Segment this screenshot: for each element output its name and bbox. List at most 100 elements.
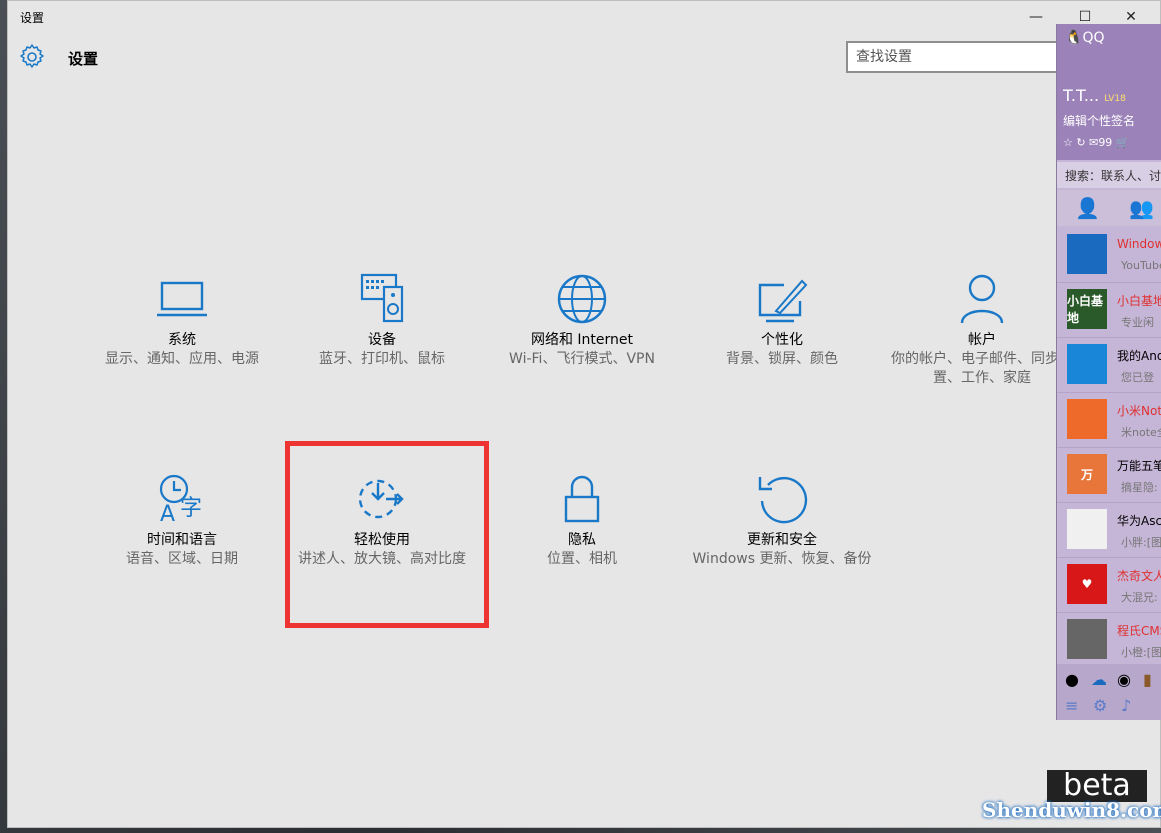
qq-contact-subtitle: 大混兄: xyxy=(1121,591,1158,604)
qq-contact-title: 我的Andr xyxy=(1117,349,1161,363)
contact-icon[interactable]: 👤 xyxy=(1075,196,1100,220)
tile-network[interactable]: 网络和 Internet Wi-Fi、飞行模式、VPN xyxy=(482,273,682,369)
mail-icon[interactable]: ✉ xyxy=(1089,136,1098,149)
qq-toolbar: ☆ ↻ ✉99 🛒 xyxy=(1063,136,1130,149)
tile-devices-desc: 蓝牙、打印机、鼠标 xyxy=(319,351,445,367)
title-bar: 设置 — ☐ ✕ xyxy=(8,1,1160,33)
qq-avatar: 小白基地 xyxy=(1067,289,1107,329)
qq-level-badge: LV18 xyxy=(1104,94,1126,104)
qq-contact-title: 杰奇文人 xyxy=(1117,569,1161,583)
qq-avatar xyxy=(1067,619,1107,659)
cart-icon[interactable]: 🛒 xyxy=(1116,136,1130,149)
watermark-text: Shenduwin8.com xyxy=(982,798,1161,822)
qq-contact-subtitle: 米note全 xyxy=(1121,426,1161,439)
menu-icon[interactable]: ≡ xyxy=(1065,696,1078,715)
qq-contact-item[interactable]: 我的Andr 您已登 xyxy=(1057,338,1161,393)
qq-user-name[interactable]: T.T... LV18 xyxy=(1063,86,1126,105)
page-title: 设置 xyxy=(68,50,99,68)
tile-system[interactable]: 系统 显示、通知、应用、电源 xyxy=(82,273,282,369)
mail-count: 99 xyxy=(1098,136,1113,149)
tile-update-security[interactable]: 更新和安全 Windows 更新、恢复、备份 xyxy=(682,473,882,569)
qq-contact-subtitle: 摘星隐: xyxy=(1121,481,1158,494)
camera-icon[interactable]: ◉ xyxy=(1117,670,1131,689)
time-language-icon: A 字 xyxy=(159,474,202,525)
tile-system-title: 系统 xyxy=(168,332,196,348)
lock-icon xyxy=(564,475,600,523)
qq-avatar: 万 xyxy=(1067,454,1107,494)
tile-accounts-desc: 你的帐户、电子邮件、同步设置、工作、家庭 xyxy=(891,351,1073,386)
update-icon xyxy=(758,476,808,524)
qq-app-name: QQ xyxy=(1082,30,1105,46)
qq-logo: 🐧QQ xyxy=(1065,30,1104,46)
qq-avatar xyxy=(1067,234,1107,274)
qq-contact-list: Window YouTube 小白基地小白基地专业闲我的Andr 您已登小米Note 米… xyxy=(1057,228,1161,668)
person-icon xyxy=(960,274,1004,324)
qq-contact-item[interactable]: 华为Asc 小胖:[图 xyxy=(1057,503,1161,558)
devices-icon xyxy=(360,273,404,323)
site-watermark: beta Shenduwin8.com xyxy=(962,768,1161,828)
qq-contact-item[interactable]: 小米Note 米note全 xyxy=(1057,393,1161,448)
qq-signature[interactable]: 编辑个性签名 xyxy=(1063,112,1135,129)
tile-time-language-desc: 语音、区域、日期 xyxy=(126,551,238,567)
qq-user-name-text: T.T... xyxy=(1063,86,1100,105)
tile-accounts-title: 帐户 xyxy=(968,332,996,348)
qq-contact-title: 万能五笔 xyxy=(1117,459,1161,473)
tile-personalization-desc: 背景、锁屏、颜色 xyxy=(726,351,838,367)
tile-network-desc: Wi-Fi、飞行模式、VPN xyxy=(509,351,655,367)
qq-contact-item[interactable]: 程氏CMS 小橙:[图 xyxy=(1057,613,1161,668)
search-input[interactable] xyxy=(846,41,1061,73)
tile-privacy-title: 隐私 xyxy=(568,532,596,548)
game-icon[interactable]: ● xyxy=(1065,670,1079,689)
qq-contact-subtitle: 专业闲 xyxy=(1121,316,1154,329)
qq-avatar xyxy=(1067,344,1107,384)
group-icon[interactable]: 👥 xyxy=(1129,196,1154,220)
tile-system-desc: 显示、通知、应用、电源 xyxy=(105,351,259,367)
qq-panel: 🐧QQ T.T... LV18 编辑个性签名 ☆ ↻ ✉99 🛒 搜索：联系人、… xyxy=(1056,24,1161,720)
qq-avatar: ♥ xyxy=(1067,564,1107,604)
cloud-icon[interactable]: ☁ xyxy=(1091,670,1107,689)
tile-personalization[interactable]: 个性化 背景、锁屏、颜色 xyxy=(682,273,882,369)
globe-icon xyxy=(557,274,607,324)
qq-contact-subtitle: 您已登 xyxy=(1121,371,1154,384)
book-icon[interactable]: ▮ xyxy=(1143,670,1152,689)
qq-contact-item[interactable]: ♥ 杰奇文人大混兄: xyxy=(1057,558,1161,613)
personalization-icon xyxy=(758,279,808,323)
qq-contact-title: 程氏CMS xyxy=(1117,624,1161,638)
qq-tabs: 👤 👥 xyxy=(1057,190,1161,226)
qq-header: 🐧QQ T.T... LV18 编辑个性签名 ☆ ↻ ✉99 🛒 xyxy=(1057,24,1161,160)
highlight-annotation xyxy=(285,441,489,628)
refresh-icon[interactable]: ↻ xyxy=(1076,136,1085,149)
tile-devices-title: 设备 xyxy=(368,332,396,348)
tile-update-security-desc: Windows 更新、恢复、备份 xyxy=(692,551,872,567)
qq-contact-item[interactable]: Window YouTube xyxy=(1057,228,1161,283)
tile-update-security-title: 更新和安全 xyxy=(747,532,817,548)
qq-contact-subtitle: 小橙:[图 xyxy=(1121,646,1161,659)
gear-icon xyxy=(20,44,44,68)
window-title: 设置 xyxy=(20,11,45,25)
tile-devices[interactable]: 设备 蓝牙、打印机、鼠标 xyxy=(282,273,482,369)
qq-avatar xyxy=(1067,509,1107,549)
qq-contact-title: 华为Asc xyxy=(1117,514,1161,528)
sound-icon[interactable]: ♪ xyxy=(1121,696,1131,715)
settings-window: 设置 — ☐ ✕ 设置 系统 显示、通知、应用、电源 设备 蓝牙、打印机、鼠标 xyxy=(7,0,1161,828)
star-icon[interactable]: ☆ xyxy=(1063,136,1073,149)
qq-contact-item[interactable]: 万万能五笔摘星隐: xyxy=(1057,448,1161,503)
qq-contact-item[interactable]: 小白基地 小白基地专业闲 xyxy=(1057,283,1161,338)
qq-search-input[interactable]: 搜索：联系人、讨 xyxy=(1057,162,1161,188)
tile-privacy-desc: 位置、相机 xyxy=(547,551,617,567)
svg-text:字: 字 xyxy=(180,496,202,521)
tile-privacy[interactable]: 隐私 位置、相机 xyxy=(482,473,682,569)
qq-avatar xyxy=(1067,399,1107,439)
minimize-button[interactable]: — xyxy=(1016,5,1056,29)
qq-bottom-bar: ● ☁ ◉ ▮ ≡ ⚙ ♪ xyxy=(1057,664,1161,720)
svg-text:A: A xyxy=(160,502,175,525)
qq-contact-title: 小白基地 xyxy=(1117,294,1161,308)
tile-time-language-title: 时间和语言 xyxy=(147,532,217,548)
qq-contact-title: 小米Note xyxy=(1117,404,1161,418)
tile-personalization-title: 个性化 xyxy=(761,332,803,348)
tile-network-title: 网络和 Internet xyxy=(530,332,634,348)
settings-icon[interactable]: ⚙ xyxy=(1093,696,1107,715)
qq-penguin-icon: 🐧 xyxy=(1065,30,1083,46)
tile-time-language[interactable]: A 字 时间和语言 语音、区域、日期 xyxy=(82,473,282,569)
tile-accounts[interactable]: 帐户 你的帐户、电子邮件、同步设置、工作、家庭 xyxy=(882,273,1082,388)
